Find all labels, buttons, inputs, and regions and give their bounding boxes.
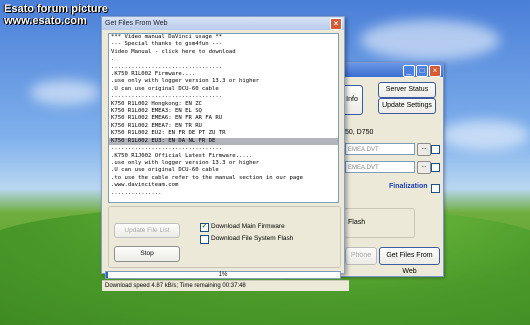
checkbox-2[interactable]: [431, 163, 440, 172]
log-line[interactable]: .to use the cable refer to the manual se…: [109, 175, 338, 182]
log-line[interactable]: --- Special thanks to gsm4fun ---: [109, 41, 338, 48]
log-line[interactable]: K750 R1L002 EU3: EN DA NL FR DE: [109, 137, 338, 146]
server-status-button[interactable]: Server Status: [378, 82, 436, 98]
finalization-label: Finalization: [389, 183, 428, 190]
watermark-line1: Esato forum picture: [4, 3, 108, 15]
log-line[interactable]: .................................: [109, 93, 338, 100]
log-line[interactable]: K750 R1L002 EMEA6: EN FR AR FA RU: [109, 115, 338, 122]
update-file-list-button[interactable]: Update File List: [114, 223, 180, 238]
dialog-title: Get Files From Web: [102, 17, 344, 30]
phone-button[interactable]: Phone: [345, 247, 377, 265]
browse-button-1[interactable]: ...: [417, 143, 431, 156]
log-line[interactable]: K750 R1L002 EMEA3: EN EL SQ: [109, 108, 338, 115]
log-line[interactable]: K750 R1L002 Hongkong: EN ZC: [109, 101, 338, 108]
watermark: Esato forum picture www.esato.com: [4, 3, 108, 27]
maximize-icon[interactable]: □: [416, 65, 428, 77]
checkbox-1[interactable]: [431, 145, 440, 154]
window-controls: _ □ ×: [403, 65, 441, 77]
close-icon[interactable]: ×: [429, 65, 441, 77]
watermark-line2: www.esato.com: [4, 15, 87, 27]
log-line[interactable]: Video Manual - click here to download: [109, 49, 338, 56]
log-line[interactable]: .U can use original DCU-60 cable: [109, 86, 338, 93]
download-file-system-flash-checkbox[interactable]: [200, 235, 209, 244]
update-settings-button[interactable]: Update Settings: [378, 98, 436, 114]
flash-group: Flash: [343, 208, 415, 238]
log-line[interactable]: K750 R1L002 EMEA7: EN TR RU: [109, 123, 338, 130]
log-line[interactable]: .use only with logger version 13.3 or hi…: [109, 160, 338, 167]
log-line[interactable]: .K750 R1J002 Official Latest Firmware...…: [109, 153, 338, 160]
finalization-checkbox[interactable]: [431, 184, 440, 193]
status-bar: Download speed 4.87 kB/s; Time remaining…: [102, 280, 349, 291]
download-file-system-flash-label: Download File System Flash: [211, 235, 294, 242]
minimize-icon[interactable]: _: [403, 65, 415, 77]
browse-button-2[interactable]: ...: [417, 161, 431, 174]
download-options-group: Update File List Stop ✓ Download Main Fi…: [108, 206, 341, 268]
get-files-dialog: Get Files From Web × *** Video manual Da…: [101, 16, 349, 291]
log-line[interactable]: .U can use original DCU-60 cable: [109, 167, 338, 174]
get-files-from-web-button[interactable]: Get Files From Web: [379, 247, 440, 275]
log-line[interactable]: .: [109, 56, 338, 63]
log-line[interactable]: .................................: [109, 145, 338, 152]
download-main-firmware-label: Download Main Firmware: [211, 223, 285, 230]
log-line[interactable]: *** Video manual DaVinci usage **: [109, 34, 338, 41]
log-line[interactable]: ...............: [109, 190, 338, 197]
log-line[interactable]: .................................: [109, 64, 338, 71]
download-progress-bar: 1%: [105, 271, 341, 279]
log-line[interactable]: .www.davinciteam.com: [109, 182, 338, 189]
firmware-log-textbox[interactable]: *** Video manual DaVinci usage ** --- Spe…: [108, 33, 339, 203]
progress-percent-label: 1%: [218, 272, 228, 278]
file-path-field-2[interactable]: EMEA.DVT: [345, 161, 415, 173]
log-line[interactable]: .K750 R1L002 Firmware....: [109, 71, 338, 78]
flash-label: Flash: [348, 219, 366, 226]
models-label: 50, D750: [345, 129, 374, 136]
file-path-field-1[interactable]: EMEA.DVT: [345, 143, 415, 155]
log-line[interactable]: K750 R1L002 EU2: EN FR DE PT ZU TR: [109, 130, 338, 137]
download-main-firmware-checkbox[interactable]: ✓: [200, 223, 209, 232]
log-line[interactable]: .use only with logger version 13.3 or hi…: [109, 78, 338, 85]
close-icon[interactable]: ×: [330, 18, 342, 30]
stop-button[interactable]: Stop: [114, 246, 180, 262]
